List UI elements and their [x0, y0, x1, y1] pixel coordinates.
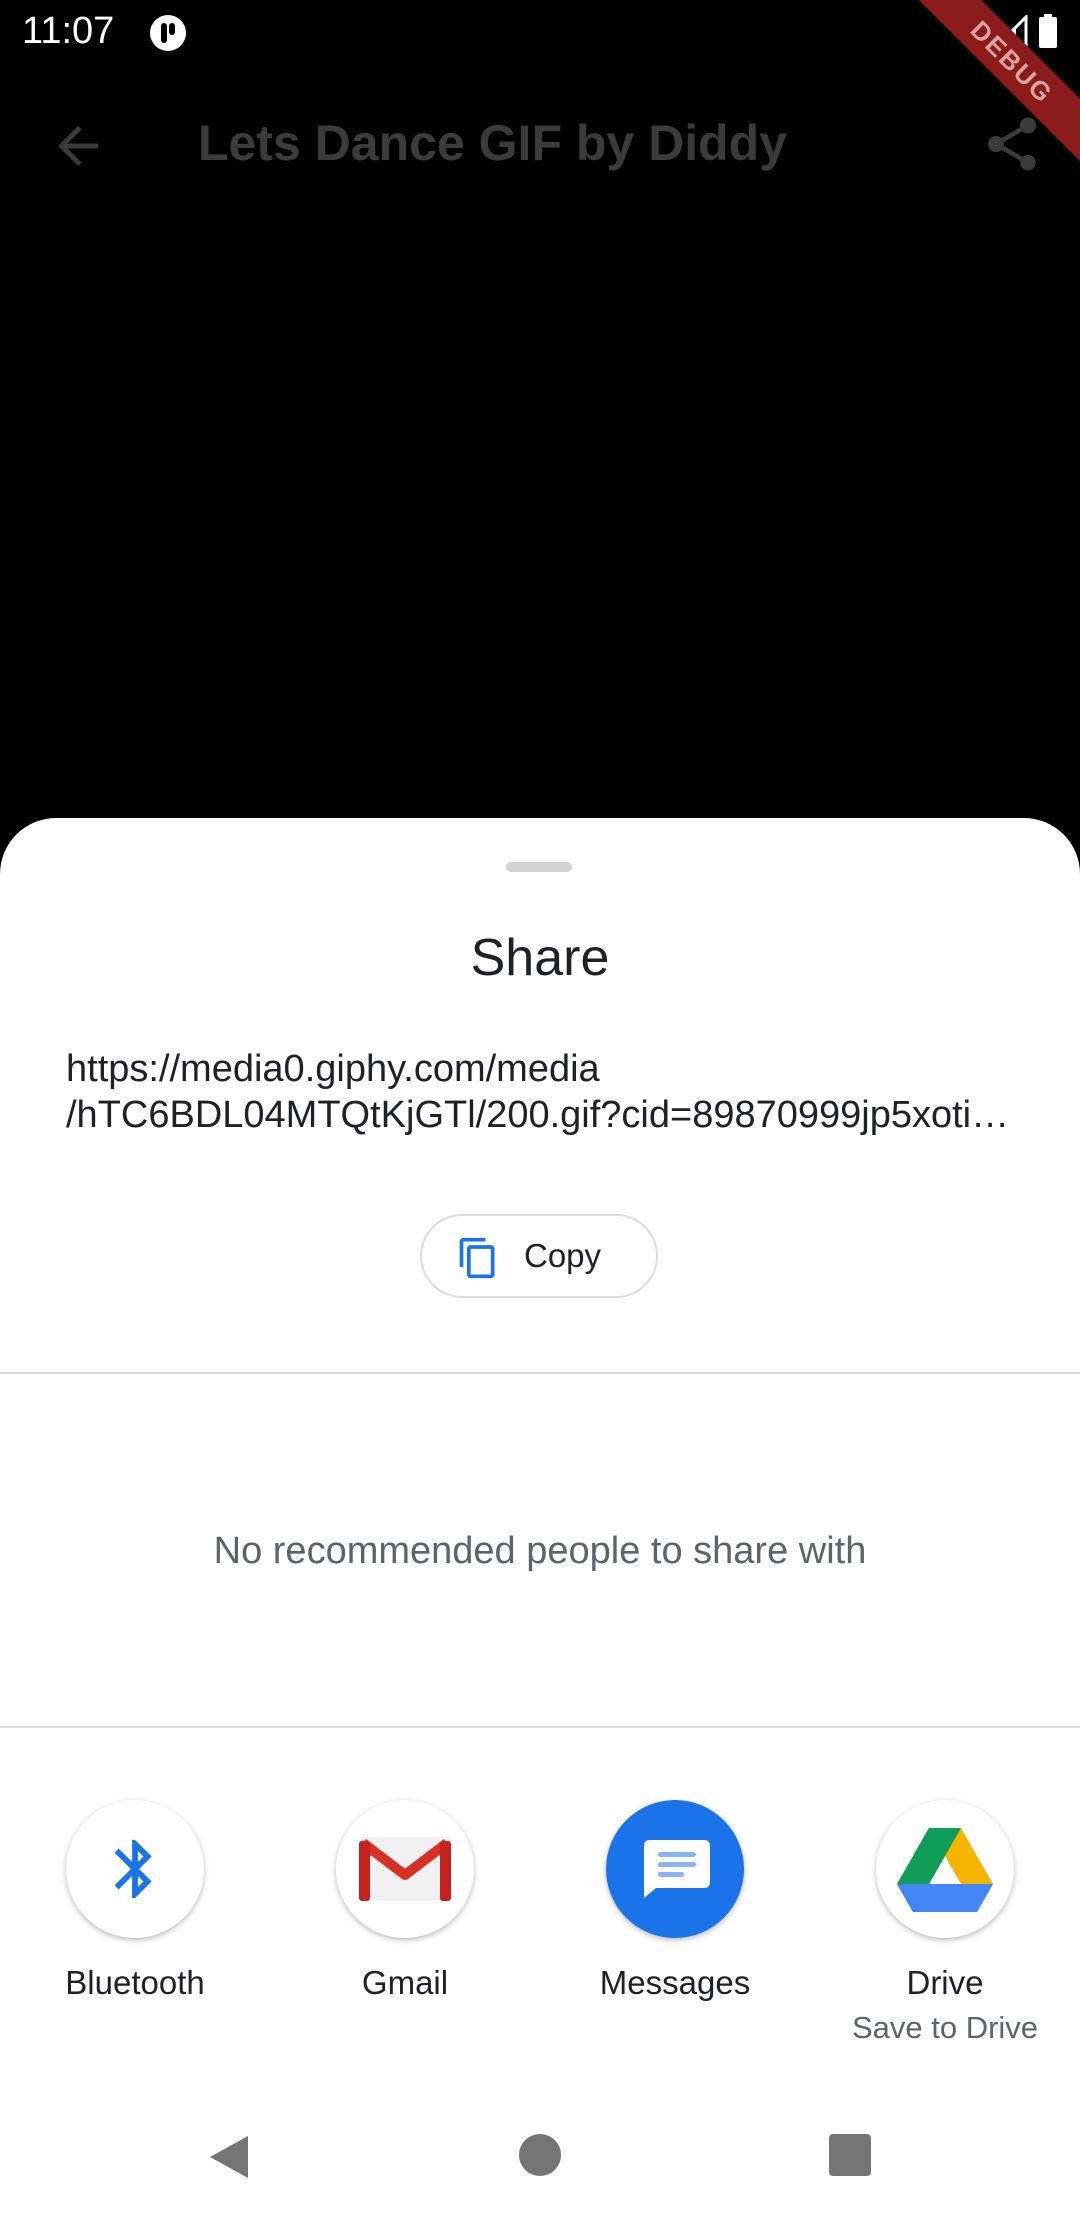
- battery-icon: [1039, 14, 1057, 48]
- share-icon[interactable]: [980, 112, 1044, 176]
- copy-button[interactable]: Copy: [420, 1214, 658, 1298]
- nav-back-icon[interactable]: [204, 2132, 254, 2182]
- status-bar: 11:07: [0, 0, 1080, 66]
- app-bar: Lets Dance GIF by Diddy: [0, 86, 1080, 206]
- bluetooth-icon: [66, 1800, 204, 1938]
- share-target-label: Drive: [906, 1964, 984, 2001]
- share-target-sublabel: Save to Drive: [851, 2010, 1039, 2045]
- copy-icon: [459, 1237, 495, 1279]
- status-time: 11:07: [22, 10, 115, 52]
- share-target-messages[interactable]: Messages: [575, 1800, 775, 2002]
- back-arrow-icon[interactable]: [48, 116, 108, 176]
- nav-recents-icon[interactable]: [829, 2134, 871, 2176]
- shared-url: https://media0.giphy.com/media /hTC6BDL0…: [66, 1046, 1016, 1138]
- url-line-2: /hTC6BDL04MTQtKjGTl/200.gif?cid=89870999…: [66, 1094, 1016, 1136]
- share-target-bluetooth[interactable]: Bluetooth: [35, 1800, 235, 2002]
- notification-icon: [150, 15, 186, 51]
- nav-home-icon[interactable]: [519, 2134, 561, 2176]
- share-target-gmail[interactable]: Gmail: [305, 1800, 505, 2002]
- share-target-label: Bluetooth: [65, 1964, 205, 2001]
- url-line-1: https://media0.giphy.com/media: [66, 1048, 600, 1090]
- drive-icon: [876, 1800, 1014, 1938]
- no-recommendations-text: No recommended people to share with: [213, 1530, 867, 1572]
- share-target-label: Gmail: [361, 1964, 449, 2001]
- drag-handle[interactable]: [506, 862, 572, 872]
- gmail-icon: [336, 1800, 474, 1938]
- divider-top: [0, 1372, 1080, 1374]
- share-title: Share: [470, 929, 610, 987]
- share-sheet: Share https://media0.giphy.com/media /hT…: [0, 818, 1080, 2220]
- share-target-drive[interactable]: Drive Save to Drive: [845, 1800, 1045, 2046]
- system-nav-bar: [0, 2100, 1080, 2210]
- copy-label: Copy: [524, 1237, 602, 1274]
- messages-icon: [606, 1800, 744, 1938]
- share-target-label: Messages: [599, 1964, 751, 2001]
- share-targets: Bluetooth Gmail Messages Drive Save to D…: [0, 1800, 1080, 2060]
- page-title: Lets Dance GIF by Diddy: [198, 115, 788, 171]
- divider-bottom: [0, 1726, 1080, 1728]
